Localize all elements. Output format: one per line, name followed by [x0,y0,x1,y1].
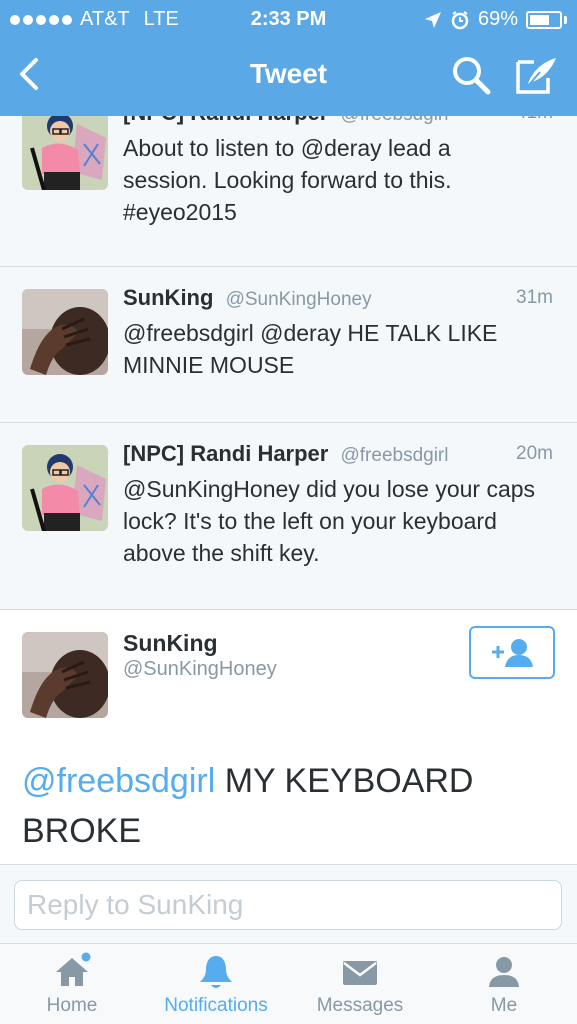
tab-home[interactable]: Home [0,944,144,1024]
tweet-header: SunKing @SunKingHoney 31m [123,285,553,315]
tweet-author-name[interactable]: [NPC] Randi Harper [123,441,328,466]
mention-link[interactable]: @freebsdgirl [22,762,215,800]
compose-icon[interactable] [514,54,560,96]
tweet-list-item[interactable]: [NPC] Randi Harper @freebsdgirl 20m @Sun… [0,423,577,610]
tweet-header: [NPC] Randi Harper @freebsdgirl 20m [123,441,553,471]
tweet-timestamp: 20m [516,443,553,464]
add-user-icon [492,639,533,667]
main-tweet: SunKing @SunKingHoney @freebsdgirl MY KE… [0,610,577,864]
tweet-text: About to listen to @deray lead a session… [123,135,452,225]
bell-icon [200,956,232,988]
reply-bar [0,864,577,944]
app-header: AT&T LTE 2:33 PM 69% Tweet [0,0,577,116]
person-icon [489,957,519,987]
envelope-icon [343,961,377,985]
tweet-timestamp: 41m [516,116,553,124]
main-tweet-text: @freebsdgirl MY KEYBOARD BROKE [22,756,542,856]
tab-bar: Home Notifications Messages Me [0,944,577,1024]
tab-label: Messages [316,995,404,1016]
tweet-text: @freebsdgirl @deray HE TALK LIKE MINNIE … [123,320,498,378]
avatar[interactable] [22,289,108,375]
avatar[interactable] [22,116,108,190]
avatar[interactable] [22,445,108,531]
tweet-author-name[interactable]: [NPC] Randi Harper [123,116,328,125]
tab-me[interactable]: Me [432,944,576,1024]
alarm-icon [451,10,469,29]
tweet-author-handle[interactable]: @freebsdgirl [340,445,448,466]
battery-cap [564,15,567,24]
tab-label: Home [46,995,98,1016]
avatar[interactable] [22,632,108,718]
main-tweet-author-name[interactable]: SunKing [123,630,218,657]
main-tweet-author-handle[interactable]: @SunKingHoney [123,658,277,681]
battery-icon [526,10,562,29]
conversation-timeline[interactable]: [NPC] Randi Harper @freebsdgirl 41m Abou… [0,116,577,864]
tweet-timestamp: 31m [516,287,553,308]
status-right: 69% [424,8,567,31]
status-bar: AT&T LTE 2:33 PM 69% [0,0,577,38]
battery-percent: 69% [477,8,518,30]
search-icon[interactable] [450,54,492,96]
tweet-list-item[interactable]: SunKing @SunKingHoney 31m @freebsdgirl @… [0,267,577,423]
tweet-author-name[interactable]: SunKing [123,285,213,310]
tweet-list-item[interactable]: [NPC] Randi Harper @freebsdgirl 41m Abou… [0,116,577,267]
reply-input[interactable] [14,880,562,930]
follow-button[interactable] [469,626,555,679]
tweet-author-handle[interactable]: @freebsdgirl [340,116,448,125]
tab-notifications[interactable]: Notifications [144,944,288,1024]
tab-messages[interactable]: Messages [288,944,432,1024]
tab-label: Notifications [164,995,268,1016]
tweet-header: [NPC] Randi Harper @freebsdgirl 41m [123,116,553,130]
tweet-text: @SunKingHoney did you lose your caps loc… [123,476,536,566]
tweet-author-handle[interactable]: @SunKingHoney [226,289,372,310]
home-icon [56,952,91,986]
nav-bar: Tweet [0,38,577,114]
tab-label: Me [490,995,518,1016]
location-arrow-icon [424,11,441,28]
